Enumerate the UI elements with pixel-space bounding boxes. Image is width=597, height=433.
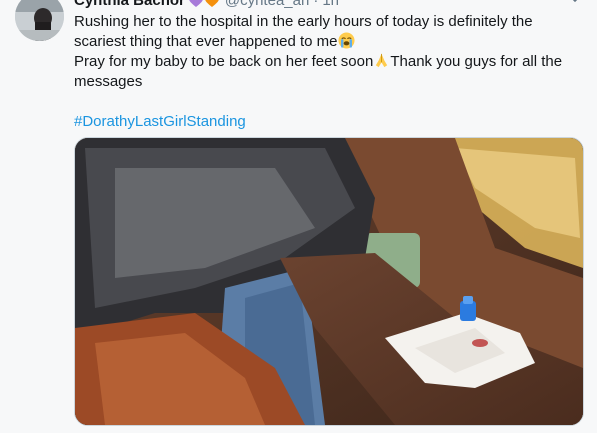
orange-heart-icon [205,0,219,7]
loudly-crying-face-icon [337,32,355,49]
tweet-photo[interactable] [74,137,584,426]
hashtag-link[interactable]: #DorathyLastGirlStanding [74,113,246,130]
author-handle[interactable]: @cyntea_an [225,0,309,11]
tweet-text: Rushing her to the hospital in the early… [74,12,579,132]
tweet[interactable]: Cynthia Bachor @cyntea_an · 1h Rushing h… [0,0,597,433]
photo-image [75,138,583,425]
tweet-paragraph-1: Rushing her to the hospital in the early… [74,12,579,52]
tweet-timestamp[interactable]: 1h [322,0,339,11]
chevron-down-icon[interactable] [567,0,583,8]
tweet-line-1: Rushing her to the hospital in the early… [74,13,533,50]
purple-heart-icon [189,0,203,7]
author-name[interactable]: Cynthia Bachor [74,0,185,11]
tweet-paragraph-2: Pray for my baby to be back on her feet … [74,52,579,92]
tweet-paragraph-3: #DorathyLastGirlStanding [74,112,579,132]
tweet-header: Cynthia Bachor @cyntea_an · 1h [74,0,339,11]
avatar[interactable] [15,0,64,41]
tweet-line-2a: Pray for my baby to be back on her feet … [74,53,374,70]
separator-dot: · [313,0,319,9]
folded-hands-icon [376,53,388,68]
